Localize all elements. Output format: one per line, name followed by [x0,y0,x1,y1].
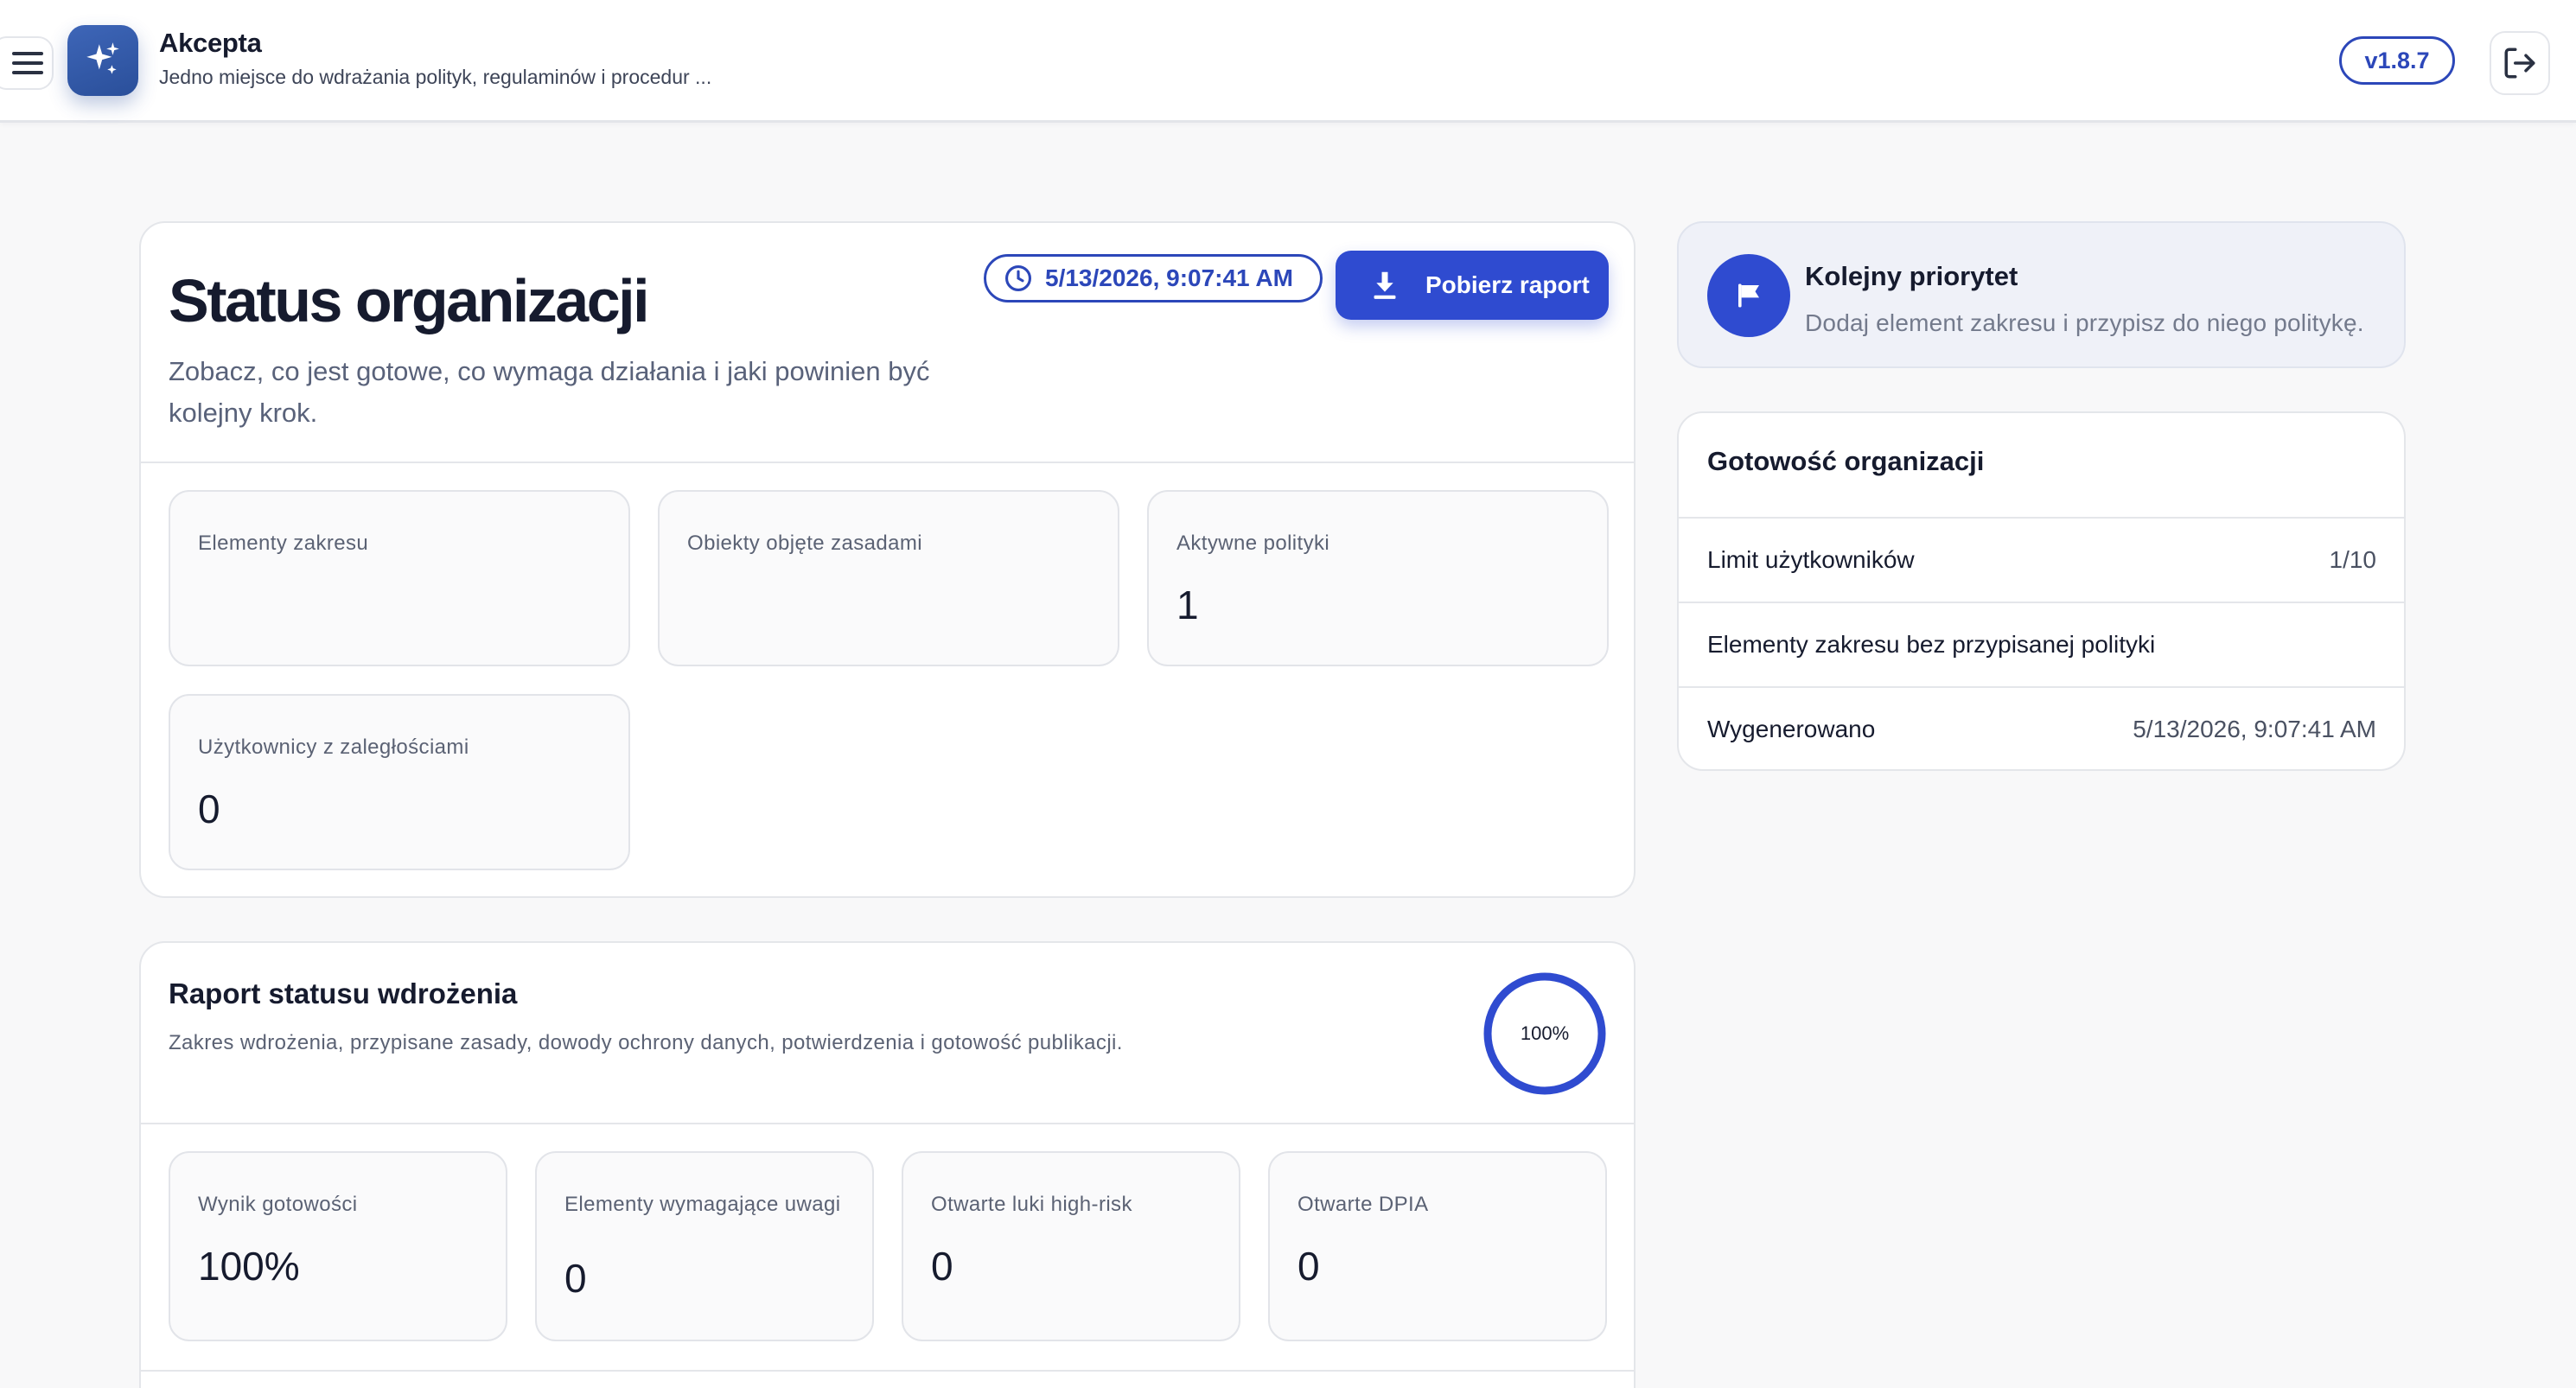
readiness-progress-ring: 100% [1482,971,1608,1097]
readiness-row-label: Limit użytkowników [1707,546,1915,573]
stat-value: 0 [931,1244,953,1289]
readiness-row-label: Elementy zakresu bez przypisanej polityk… [1707,631,2156,658]
stat-items-needing-attention: Elementy wymagające uwagi 0 [535,1151,874,1341]
priority-description: Dodaj element zakresu i przypisz do nieg… [1805,309,2364,336]
stat-active-policies: Aktywne polityki 1 [1147,490,1609,666]
app-subtitle: Jedno miejsce do wdrażania polityk, regu… [159,66,712,88]
section-divider [141,1370,1634,1372]
implementation-status-report-card: Raport statusu wdrożenia Zakres wdrożeni… [139,941,1636,1388]
timestamp-text: 5/13/2026, 9:07:41 AM [1045,264,1293,291]
download-report-label: Pobierz raport [1425,271,1590,298]
stat-label: Otwarte luki high-risk [931,1193,1132,1216]
stat-value: 0 [198,786,220,831]
stat-label: Wynik gotowości [198,1193,358,1216]
readiness-row-value: 5/13/2026, 9:07:41 AM [2133,716,2376,742]
download-icon [1374,271,1396,299]
page-description: Zobacz, co jest gotowe, co wymaga działa… [169,356,930,428]
report-title: Raport statusu wdrożenia [169,977,518,1009]
stat-value: 0 [1298,1244,1320,1289]
readiness-row-user-limit: Limit użytkowników 1/10 [1679,517,2404,602]
organization-readiness-card: Gotowość organizacji Limit użytkowników … [1677,411,2406,771]
stat-open-dpia: Otwarte DPIA 0 [1268,1151,1607,1341]
stat-value: 100% [198,1244,300,1289]
readiness-row-generated: Wygenerowano 5/13/2026, 9:07:41 AM [1679,686,2404,771]
organization-status-card: Status organizacji Zobacz, co jest gotow… [139,221,1636,898]
stat-label: Obiekty objęte zasadami [687,532,923,555]
app-title: Akcepta [159,28,262,58]
priority-badge [1707,254,1790,337]
page-title: Status organizacji [169,267,650,334]
readiness-row-label: Wygenerowano [1707,716,1876,742]
clock-icon [1004,264,1032,292]
stat-label: Elementy wymagające uwagi [564,1193,841,1216]
stat-readiness-score: Wynik gotowości 100% [169,1151,507,1341]
logout-icon [2504,48,2535,79]
stat-label: Elementy zakresu [198,532,369,555]
readiness-row-unassigned-scope: Elementy zakresu bez przypisanej polityk… [1679,602,2404,686]
stat-value: 1 [1176,583,1199,627]
flag-icon [1738,283,1759,308]
readiness-title: Gotowość organizacji [1707,446,1985,476]
stat-open-high-risk-gaps: Otwarte luki high-risk 0 [902,1151,1240,1341]
next-priority-card[interactable]: Kolejny priorytet Dodaj element zakresu … [1677,221,2406,368]
section-divider [141,462,1634,463]
logout-button[interactable] [2490,31,2550,95]
menu-button[interactable] [0,36,54,90]
stat-covered-objects: Obiekty objęte zasadami [658,490,1119,666]
stat-users-overdue: Użytkownicy z zaległościami 0 [169,694,630,870]
readiness-row-value: 1/10 [2329,546,2377,573]
priority-title: Kolejny priorytet [1805,261,2018,291]
version-badge[interactable]: v1.8.7 [2339,36,2455,85]
section-divider [141,1123,1634,1124]
download-report-button[interactable]: Pobierz raport [1336,251,1609,320]
stat-scope-elements: Elementy zakresu [169,490,630,666]
progress-percent: 100% [1520,1022,1570,1044]
stat-value: 0 [564,1256,587,1301]
hamburger-menu-icon [12,52,43,74]
app-logo [67,25,138,96]
stat-label: Aktywne polityki [1176,532,1330,555]
sparkles-icon [86,42,119,74]
timestamp-badge: 5/13/2026, 9:07:41 AM [984,254,1323,302]
top-bar: Akcepta Jedno miejsce do wdrażania polit… [0,0,2576,123]
report-description: Zakres wdrożenia, przypisane zasady, dow… [169,1031,1123,1054]
stat-label: Otwarte DPIA [1298,1193,1429,1216]
stat-label: Użytkownicy z zaległościami [198,735,469,759]
